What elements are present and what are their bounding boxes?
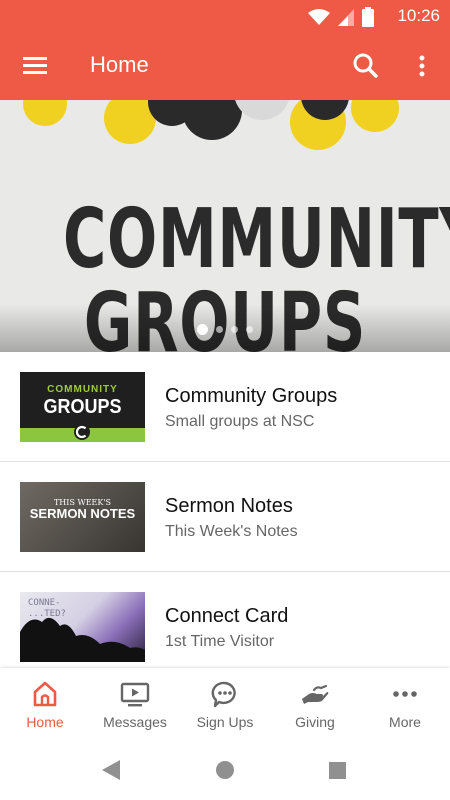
- nav-tab-more[interactable]: More: [360, 668, 450, 740]
- nav-tab-messages[interactable]: Messages: [90, 668, 180, 740]
- search-button[interactable]: [350, 50, 382, 82]
- system-navigation-bar: [0, 740, 450, 800]
- nav-label: Messages: [103, 714, 167, 730]
- hamburger-menu-button[interactable]: [18, 52, 52, 80]
- carousel-dot-1[interactable]: [197, 324, 208, 335]
- list-item-sermon-notes[interactable]: THIS WEEK'S SERMON NOTES Sermon Notes Th…: [0, 462, 450, 572]
- status-icons: [308, 7, 374, 27]
- nav-label: More: [389, 714, 421, 730]
- community-groups-thumbnail: COMMUNITY GROUPS: [20, 372, 145, 442]
- vertical-dots-icon: [419, 55, 425, 77]
- chat-bubble-icon: [180, 680, 270, 708]
- page-title: Home: [90, 52, 149, 77]
- carousel-dot-3[interactable]: [231, 326, 238, 333]
- carousel-dot-4[interactable]: [246, 326, 253, 333]
- hero-title-line1: COMMUNITY: [63, 192, 450, 287]
- list-item-subtitle: 1st Time Visitor: [165, 633, 275, 650]
- back-icon[interactable]: [102, 760, 120, 780]
- sermon-notes-thumbnail: THIS WEEK'S SERMON NOTES: [20, 482, 145, 552]
- overflow-menu-button[interactable]: [410, 50, 434, 82]
- list-item-connect-card[interactable]: CONNE- ...TED? Connect Card 1st Time Vis…: [0, 572, 450, 668]
- list-item-community-groups[interactable]: COMMUNITY GROUPS Community Groups Small …: [0, 352, 450, 462]
- list-item-title: Sermon Notes: [165, 495, 293, 517]
- wifi-icon: [308, 9, 330, 25]
- carousel-dot-2[interactable]: [216, 326, 223, 333]
- bottom-navigation: Home Messages Sign Ups Giving More: [0, 668, 450, 740]
- nav-tab-sign-ups[interactable]: Sign Ups: [180, 668, 270, 740]
- nav-label: Giving: [295, 714, 335, 730]
- list-item-title: Connect Card: [165, 605, 289, 627]
- list-item-subtitle: This Week's Notes: [165, 523, 298, 540]
- hamburger-icon: [23, 57, 47, 74]
- status-bar: 10:26: [0, 0, 450, 32]
- nav-tab-giving[interactable]: Giving: [270, 668, 360, 740]
- home-circle-icon[interactable]: [216, 761, 234, 779]
- thumbnail-caption-small: COMMUNITY: [47, 384, 118, 395]
- content-list: COMMUNITY GROUPS Community Groups Small …: [0, 352, 450, 668]
- audience-silhouette-decoration: [20, 617, 145, 662]
- confetti-dots-decoration: [23, 100, 399, 150]
- cell-signal-icon: [338, 9, 354, 26]
- list-item-subtitle: Small groups at NSC: [165, 413, 315, 430]
- recents-square-icon[interactable]: [329, 762, 346, 779]
- home-icon: [0, 680, 90, 708]
- c-logo-icon: [74, 424, 90, 440]
- status-time: 10:26: [397, 6, 440, 25]
- nav-label: Home: [26, 714, 64, 730]
- giving-hand-icon: [270, 680, 360, 708]
- hero-carousel[interactable]: COMMUNITY GROUPS: [0, 100, 450, 352]
- search-icon: [353, 53, 378, 78]
- nav-tab-home[interactable]: Home: [0, 668, 90, 740]
- carousel-indicator: [0, 324, 450, 335]
- app-bar: Home: [0, 32, 450, 100]
- connect-card-thumbnail: CONNE- ...TED?: [20, 592, 145, 662]
- top-app-bar: 10:26 Home: [0, 0, 450, 100]
- thumbnail-caption-big: SERMON NOTES: [29, 506, 136, 521]
- thumbnail-caption-big: GROUPS: [43, 396, 122, 418]
- more-dots-icon: [360, 680, 450, 708]
- list-item-title: Community Groups: [165, 385, 338, 407]
- tv-play-icon: [90, 680, 180, 708]
- battery-icon: [362, 7, 374, 27]
- nav-label: Sign Ups: [196, 714, 254, 730]
